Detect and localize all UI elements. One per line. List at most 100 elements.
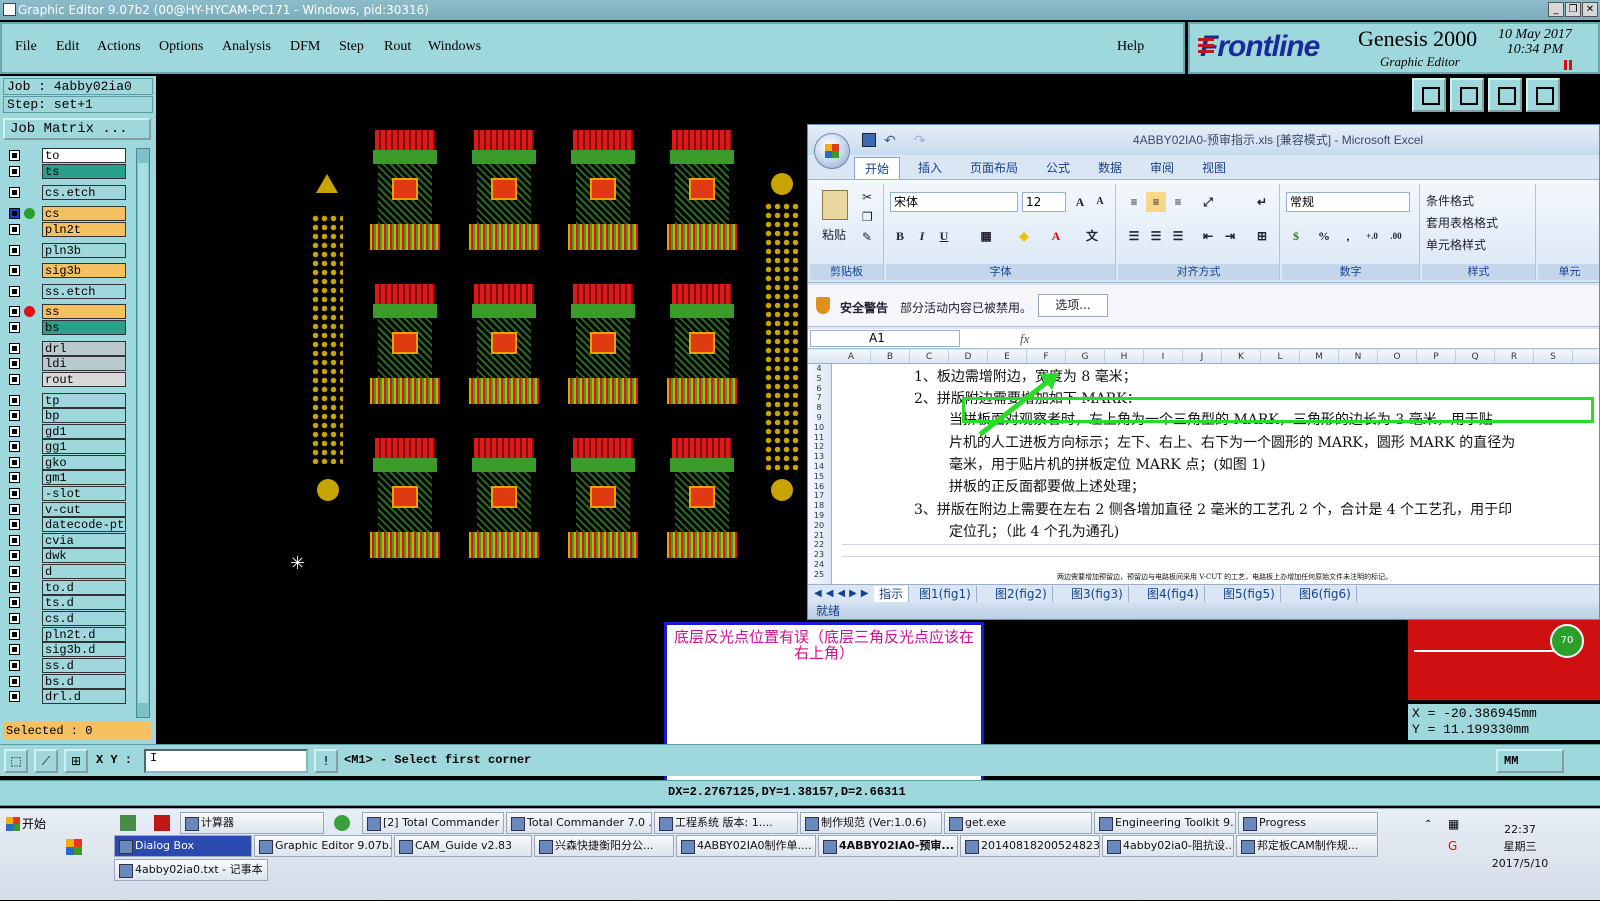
layer-row[interactable]: gm1 — [6, 470, 126, 485]
layer-checkbox[interactable] — [9, 286, 20, 297]
row-header[interactable]: 6 — [808, 384, 830, 393]
format-painter-icon[interactable]: ✎ — [862, 230, 872, 244]
layer-checkbox[interactable] — [9, 245, 20, 256]
layer-checkbox[interactable] — [9, 488, 20, 499]
layer-row[interactable]: gd1 — [6, 424, 126, 439]
layer-row[interactable]: datecode-pt — [6, 517, 126, 532]
row-header[interactable]: 7 — [808, 393, 830, 402]
taskbar-button[interactable]: CAM_Guide v2.83 — [394, 835, 532, 857]
tray-app-icon[interactable]: G — [1448, 839, 1457, 853]
layer-row[interactable]: drl.d — [6, 689, 126, 704]
row-header[interactable]: 23 — [808, 550, 830, 559]
layer-row[interactable]: pln2t.d — [6, 627, 126, 642]
layer-row[interactable]: bp — [6, 408, 126, 423]
layer-checkbox[interactable] — [9, 582, 20, 593]
row-header[interactable]: 9 — [808, 413, 830, 422]
wrap-text-icon[interactable]: ↵ — [1252, 192, 1272, 212]
taskbar-button[interactable]: 邦定板CAM制作规... — [1236, 835, 1378, 857]
align-top-icon[interactable]: ≡ — [1124, 192, 1144, 212]
layer-checkbox[interactable] — [9, 208, 20, 219]
layer-checkbox[interactable] — [9, 566, 20, 577]
measure-icon[interactable]: ⟋ — [34, 749, 58, 773]
align-middle-icon[interactable]: ≡ — [1146, 192, 1166, 212]
close-button[interactable]: ✕ — [1582, 2, 1598, 17]
undo-icon[interactable]: ↶ — [884, 125, 896, 155]
conditional-format-button[interactable]: 条件格式 — [1426, 192, 1474, 209]
sheet-tab[interactable]: 指示 — [874, 586, 910, 602]
column-header[interactable]: K — [1222, 350, 1261, 364]
paste-icon[interactable] — [822, 190, 848, 220]
menu-analysis[interactable]: Analysis — [222, 39, 271, 55]
column-header[interactable]: B — [871, 350, 910, 364]
layer-row[interactable]: cvia — [6, 533, 126, 548]
row-header[interactable]: 22 — [808, 540, 830, 549]
layer-checkbox[interactable] — [9, 535, 20, 546]
office-button[interactable] — [814, 133, 850, 169]
layer-row[interactable]: dwk — [6, 548, 126, 563]
align-bottom-icon[interactable]: ≡ — [1168, 192, 1188, 212]
taskbar-button[interactable]: 制作规范 (Ver:1.0.6) — [800, 812, 942, 834]
save-icon[interactable] — [862, 133, 876, 147]
layer-checkbox[interactable] — [9, 457, 20, 468]
column-header[interactable]: Q — [1456, 350, 1495, 364]
row-header[interactable]: 11 — [808, 433, 830, 442]
layer-row[interactable]: ss — [6, 304, 126, 319]
tab-view[interactable]: 视图 — [1202, 157, 1226, 179]
borders-icon[interactable]: ▦ — [976, 226, 996, 246]
layer-row[interactable]: rout — [6, 372, 126, 387]
taskbar-button[interactable]: Engineering Toolkit 9.... — [1094, 812, 1236, 834]
layer-checkbox[interactable] — [9, 358, 20, 369]
decrease-decimal-icon[interactable]: .00 — [1386, 226, 1406, 246]
layer-row[interactable]: drl — [6, 341, 126, 356]
excel-window[interactable]: ↶ ↷ 4ABBY02IA0-预审指示.xls [兼容模式] - Microso… — [807, 124, 1600, 620]
menu-rout[interactable]: Rout — [384, 39, 411, 55]
underline-icon[interactable]: U — [934, 226, 954, 246]
name-box[interactable]: A1 — [810, 330, 960, 347]
number-format-box[interactable]: 常规 — [1286, 192, 1410, 212]
column-header[interactable]: R — [1495, 350, 1534, 364]
menu-edit[interactable]: Edit — [56, 39, 79, 55]
fill-color-icon[interactable]: ◆ — [1014, 226, 1034, 246]
cut-icon[interactable]: ✂ — [862, 190, 872, 204]
layer-row[interactable]: ss.d — [6, 658, 126, 673]
function-icon[interactable]: fx — [1020, 331, 1029, 347]
layer-row[interactable]: bs.d — [6, 674, 126, 689]
sheet-tab[interactable]: 图4(fig4) — [1142, 586, 1205, 602]
row-header[interactable]: 21 — [808, 531, 830, 540]
pdf-icon[interactable] — [154, 815, 170, 831]
layer-checkbox[interactable] — [9, 613, 20, 624]
layer-checkbox[interactable] — [9, 265, 20, 276]
layer-checkbox[interactable] — [9, 519, 20, 530]
layer-row[interactable]: sig3b.d — [6, 642, 126, 657]
column-header[interactable]: E — [988, 350, 1027, 364]
column-header[interactable]: J — [1183, 350, 1222, 364]
row-header[interactable]: 18 — [808, 501, 830, 510]
paste-label[interactable]: 粘贴 — [822, 226, 846, 243]
column-header[interactable]: D — [949, 350, 988, 364]
info-icon[interactable]: ! — [314, 749, 338, 773]
taskbar-button[interactable]: 4abby02ia0.txt - 记事本 — [114, 859, 268, 881]
taskbar-button[interactable]: get.exe — [944, 812, 1092, 834]
layer-row[interactable]: ss.etch — [6, 284, 126, 299]
layer-row[interactable]: d — [6, 564, 126, 579]
layer-checkbox[interactable] — [9, 644, 20, 655]
row-header[interactable]: 20 — [808, 521, 830, 530]
layer-row[interactable]: v-cut — [6, 502, 126, 517]
layer-checkbox[interactable] — [9, 550, 20, 561]
taskbar-button[interactable]: [2] Total Commander ... — [362, 812, 504, 834]
layer-row[interactable]: gko — [6, 455, 126, 470]
orientation-icon[interactable]: ⤢ — [1198, 192, 1218, 212]
column-header[interactable]: O — [1378, 350, 1417, 364]
layer-row[interactable]: sig3b — [6, 263, 126, 278]
scrollbar-thumb[interactable] — [138, 163, 148, 703]
clock[interactable]: 22:37 星期三 2017/5/10 — [1490, 821, 1550, 872]
tab-formulas[interactable]: 公式 — [1046, 157, 1070, 179]
column-header[interactable]: A — [832, 350, 871, 364]
percent-icon[interactable]: % — [1314, 226, 1334, 246]
tab-insert[interactable]: 插入 — [918, 157, 942, 179]
layer-checkbox[interactable] — [9, 395, 20, 406]
options-button[interactable]: 选项... — [1038, 294, 1108, 317]
minimize-button[interactable]: _ — [1548, 2, 1564, 17]
layer-row[interactable]: cs.d — [6, 611, 126, 626]
layer-row[interactable]: to — [6, 148, 126, 163]
